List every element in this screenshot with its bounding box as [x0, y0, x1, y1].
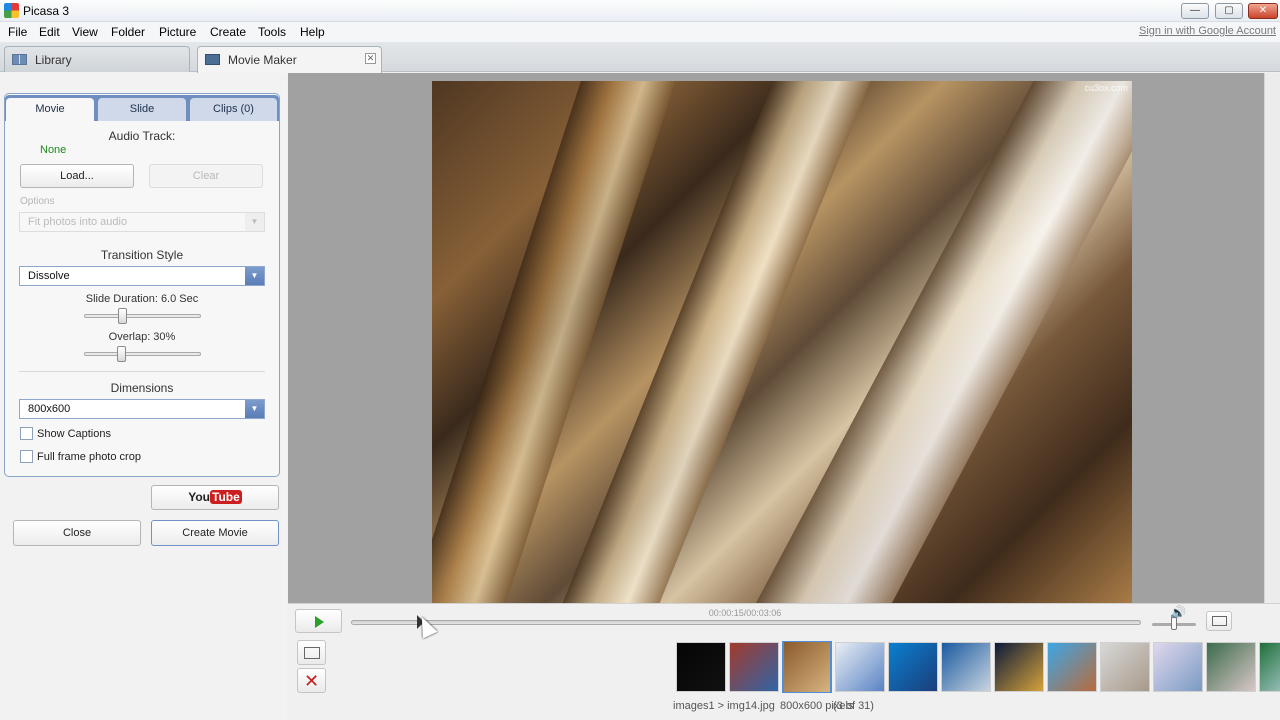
- tab-library-label: Library: [35, 53, 72, 67]
- slide-duration-slider[interactable]: [84, 308, 201, 324]
- panel-tab-clips[interactable]: Clips (0): [190, 98, 277, 121]
- overlap-slider[interactable]: [84, 346, 201, 362]
- panel-tab-movie[interactable]: Movie: [6, 98, 94, 121]
- full-frame-crop-checkbox[interactable]: [20, 450, 33, 463]
- menu-file[interactable]: File: [8, 25, 27, 39]
- film-icon: [205, 54, 220, 65]
- close-window-button[interactable]: ✕: [1248, 3, 1278, 19]
- filmstrip-thumbnail[interactable]: [941, 642, 991, 692]
- preview-photo: cu3ox.com: [432, 81, 1132, 603]
- tab-movie-maker[interactable]: Movie Maker ✕: [197, 46, 382, 73]
- remove-slide-button[interactable]: ✕: [297, 668, 326, 693]
- options-label: Options: [20, 196, 55, 207]
- audio-track-value: None: [40, 144, 67, 156]
- vertical-scrollbar[interactable]: [1264, 73, 1280, 603]
- menu-picture[interactable]: Picture: [159, 25, 196, 39]
- filmstrip-thumbnail[interactable]: [1206, 642, 1256, 692]
- menu-bar: File Edit View Folder Picture Create Too…: [0, 22, 1280, 42]
- title-bar: Picasa 3 — ▢ ✕: [0, 0, 1280, 22]
- timecode: 00:00:15/00:03:06: [708, 608, 782, 618]
- window-title: Picasa 3: [23, 4, 70, 18]
- watermark: cu3ox.com: [1084, 83, 1128, 93]
- slide-duration-thumb[interactable]: [118, 308, 127, 324]
- create-movie-button[interactable]: Create Movie: [151, 520, 279, 546]
- remove-icon: ✕: [303, 671, 320, 691]
- seek-bar[interactable]: [351, 620, 1141, 625]
- close-button[interactable]: Close: [13, 520, 141, 546]
- panel-tab-slide[interactable]: Slide: [98, 98, 186, 121]
- chevron-down-icon: ▼: [245, 400, 264, 418]
- filmstrip-thumbnail[interactable]: [888, 642, 938, 692]
- tab-library[interactable]: Library: [4, 46, 190, 72]
- filmstrip-thumbnail[interactable]: [1259, 642, 1280, 692]
- filmstrip-thumbnail[interactable]: [1047, 642, 1097, 692]
- dimensions-value: 800x600: [28, 403, 71, 415]
- menu-help[interactable]: Help: [300, 25, 325, 39]
- close-tab-icon[interactable]: ✕: [365, 53, 376, 64]
- play-button[interactable]: [295, 609, 342, 633]
- overlap-label: Overlap: 30%: [108, 331, 176, 343]
- audio-track-title: Audio Track:: [108, 129, 176, 143]
- picasa-logo-icon: [4, 3, 19, 18]
- menu-tools[interactable]: Tools: [258, 25, 286, 39]
- text-slide-icon: [304, 647, 320, 659]
- add-text-slide-button[interactable]: [297, 640, 326, 665]
- library-icon: [12, 54, 27, 65]
- show-captions-label: Show Captions: [37, 428, 111, 440]
- menu-edit[interactable]: Edit: [39, 25, 60, 39]
- filmstrip-thumbnail[interactable]: [782, 641, 832, 693]
- transition-style-title: Transition Style: [100, 248, 184, 262]
- load-audio-button[interactable]: Load...: [20, 164, 134, 188]
- youtube-logo-you: You: [188, 490, 210, 504]
- status-count: (3 of 31): [833, 700, 874, 712]
- options-select-value: Fit photos into audio: [28, 216, 128, 228]
- upload-youtube-button[interactable]: You Tube: [151, 485, 279, 510]
- filmstrip-thumbnail[interactable]: [729, 642, 779, 692]
- fullscreen-button[interactable]: [1206, 611, 1232, 631]
- clear-audio-button[interactable]: Clear: [149, 164, 263, 188]
- fullscreen-icon: [1212, 616, 1227, 626]
- chevron-down-icon: ▼: [245, 267, 264, 285]
- preview-area: cu3ox.com: [288, 73, 1280, 603]
- volume-thumb[interactable]: [1171, 617, 1177, 630]
- menu-view[interactable]: View: [72, 25, 98, 39]
- youtube-logo-tube: Tube: [210, 490, 242, 504]
- menu-create[interactable]: Create: [210, 25, 246, 39]
- filmstrip-thumbnail[interactable]: [835, 642, 885, 692]
- chevron-down-icon: ▼: [245, 213, 264, 231]
- play-icon: [315, 616, 324, 628]
- filmstrip-thumbnail[interactable]: [676, 642, 726, 692]
- transition-style-value: Dissolve: [28, 270, 70, 282]
- minimize-button[interactable]: —: [1181, 3, 1209, 19]
- options-select[interactable]: Fit photos into audio ▼: [19, 212, 265, 232]
- panel-tabs: Movie Slide Clips (0): [5, 95, 279, 121]
- sign-in-link[interactable]: Sign in with Google Account: [1139, 25, 1276, 37]
- filmstrip-thumbnail[interactable]: [1153, 642, 1203, 692]
- status-path: images1 > img14.jpg: [673, 700, 775, 712]
- transition-style-select[interactable]: Dissolve ▼: [19, 266, 265, 286]
- slide-duration-label: Slide Duration: 6.0 Sec: [85, 293, 199, 305]
- filmstrip-thumbnail[interactable]: [1100, 642, 1150, 692]
- overlap-thumb[interactable]: [117, 346, 126, 362]
- maximize-button[interactable]: ▢: [1215, 3, 1243, 19]
- show-captions-checkbox[interactable]: [20, 427, 33, 440]
- menu-folder[interactable]: Folder: [111, 25, 145, 39]
- divider: [19, 371, 265, 372]
- filmstrip-thumbnail[interactable]: [994, 642, 1044, 692]
- full-frame-crop-label: Full frame photo crop: [37, 451, 141, 463]
- filmstrip: [673, 641, 1280, 693]
- tab-movie-maker-label: Movie Maker: [228, 53, 297, 67]
- dimensions-select[interactable]: 800x600 ▼: [19, 399, 265, 419]
- dimensions-title: Dimensions: [110, 381, 174, 395]
- tab-strip: Library Movie Maker ✕: [0, 42, 1280, 73]
